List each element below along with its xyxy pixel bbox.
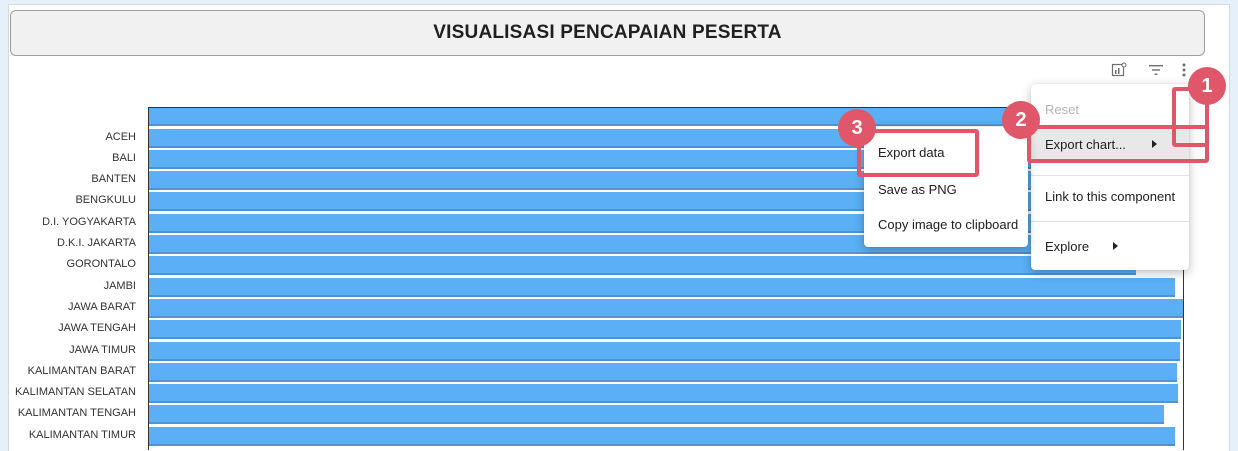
chart-category-label: ACEH [105, 130, 136, 143]
chart-category-label: BANTEN [91, 173, 136, 186]
chart-category-label: KALIMANTAN BARAT [27, 364, 136, 377]
chart-bar[interactable] [149, 320, 1181, 340]
chart-bar[interactable] [149, 362, 1177, 382]
chart-bar[interactable] [149, 426, 1175, 446]
chart-category-label: D.K.I. JAKARTA [56, 237, 136, 249]
chart-category-label: D.I. YOGYAKARTA [42, 215, 136, 228]
menu-divider [1031, 221, 1189, 222]
step-badge-1: 1 [1188, 67, 1226, 105]
menu-item-copy-image-label: Copy image to clipboard [878, 216, 1019, 232]
highlight-box-2 [1027, 125, 1209, 163]
chart-bar[interactable] [149, 298, 1183, 318]
menu-item-reset[interactable]: Reset [1031, 94, 1189, 124]
chart-bar[interactable] [149, 256, 1137, 276]
menu-item-explore-label: Explore [1045, 238, 1090, 254]
chart-category-label: JAMBI [103, 279, 136, 292]
chart-bar[interactable] [149, 277, 1175, 297]
chart-context-menu: Reset Export chart... Link to this compo… [1031, 84, 1189, 270]
submenu-arrow-icon [1113, 242, 1118, 250]
step-badge-3-label: 3 [851, 116, 863, 139]
step-badge-2: 2 [1002, 101, 1040, 139]
menu-item-save-png-label: Save as PNG [878, 181, 957, 197]
filter-icon[interactable] [1148, 62, 1164, 83]
chart-bar[interactable] [149, 384, 1178, 404]
chart-bar[interactable] [149, 405, 1165, 425]
menu-item-explore[interactable]: Explore [1031, 231, 1189, 261]
menu-item-save-png[interactable]: Save as PNG [864, 174, 1028, 204]
chart-category-label: BENGKULU [75, 194, 136, 207]
page-title-text: VISUALISASI PENCAPAIAN PESERTA [433, 22, 782, 43]
menu-item-link-component-label: Link to this component [1045, 188, 1176, 204]
chart-category-label: KALIMANTAN TIMUR [28, 428, 136, 441]
chart-category-label: JAWA TIMUR [69, 343, 136, 356]
highlight-box-3 [857, 129, 979, 177]
chart-category-label: KALIMANTAN TENGAH [17, 407, 136, 420]
menu-item-copy-image[interactable]: Copy image to clipboard [864, 209, 1028, 239]
chart-category-label: GORONTALO [66, 258, 136, 271]
menu-item-reset-label: Reset [1045, 101, 1079, 117]
page-title: VISUALISASI PENCAPAIAN PESERTA [10, 10, 1205, 56]
chart-bar[interactable] [149, 341, 1180, 361]
chart-explore-icon[interactable] [1111, 62, 1127, 83]
step-badge-1-label: 1 [1201, 74, 1213, 97]
step-badge-3: 3 [838, 109, 876, 147]
chart-category-label: JAWA BARAT [67, 300, 136, 313]
more-vert-icon[interactable] [1180, 62, 1188, 83]
menu-item-link-component[interactable]: Link to this component [1031, 181, 1189, 211]
chart-category-label: KALIMANTAN SELATAN [14, 386, 136, 399]
menu-divider [1031, 175, 1189, 176]
chart-category-label: BALI [112, 151, 136, 164]
chart-category-label: JAWA TENGAH [58, 322, 136, 335]
step-badge-2-label: 2 [1015, 108, 1027, 131]
